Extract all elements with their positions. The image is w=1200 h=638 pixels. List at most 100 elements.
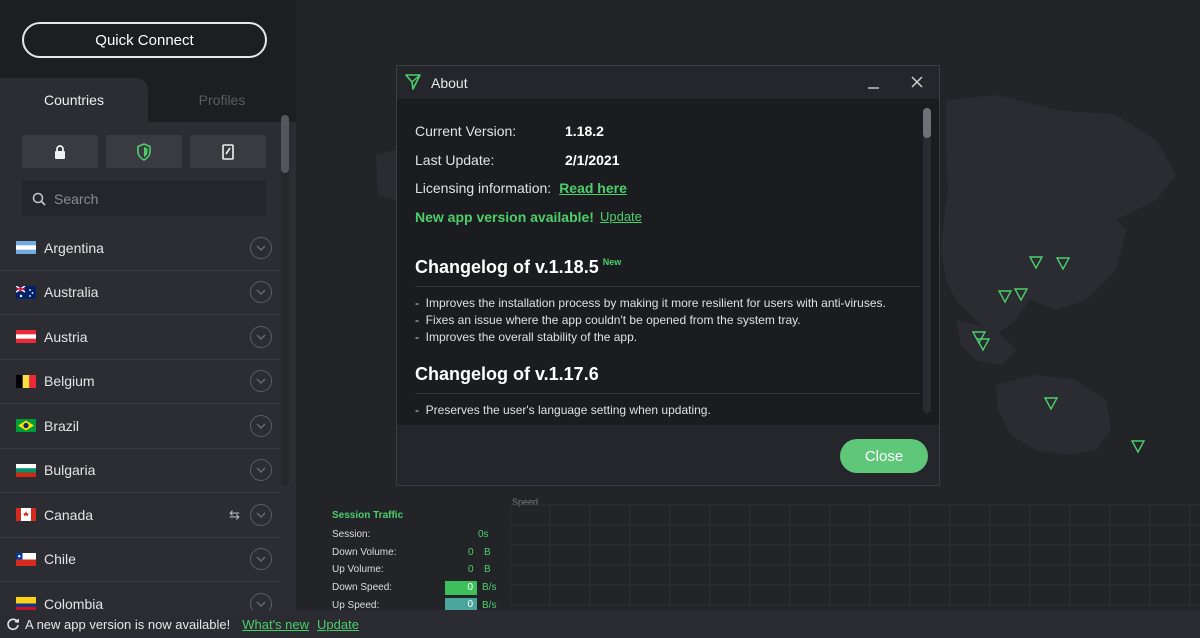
statusbar-update-link[interactable]: Update [317, 617, 359, 632]
chevron-down-icon[interactable] [250, 281, 272, 304]
quick-connect-button[interactable]: Quick Connect [22, 22, 267, 58]
country-row-belgium[interactable]: Belgium [0, 360, 280, 404]
protonvpn-app-window: Quick Connect Countries Profiles Search … [0, 0, 1200, 638]
country-row-brazil[interactable]: Brazil [0, 404, 280, 449]
close-button[interactable]: Close [840, 439, 928, 473]
country-list-scrollbar[interactable] [281, 115, 289, 485]
map-landmass-australia [996, 375, 1111, 455]
changelog-item: - Preserves the user's language setting … [415, 403, 711, 417]
country-row-canada[interactable]: Canada ⇆ [0, 493, 280, 538]
about-dialog: About Current Version: 1.18.2 Last Updat… [396, 65, 940, 486]
about-dialog-title: About [431, 75, 468, 91]
chevron-down-icon[interactable] [250, 236, 272, 259]
update-status-message: A new app version is now available! [25, 616, 231, 632]
down-volume-label: Down Volume: [332, 546, 397, 558]
chevron-down-icon[interactable] [250, 503, 272, 526]
country-name: Colombia [44, 595, 104, 610]
protonvpn-logo-icon [405, 74, 421, 90]
shield-icon [137, 142, 151, 161]
country-name: Argentina [44, 239, 104, 256]
country-row-colombia[interactable]: Colombia [0, 582, 280, 610]
licensing-row: Licensing information: Read here [415, 174, 920, 203]
changelog-item: - Improves the installation process by m… [415, 296, 886, 310]
up-volume-label: Up Volume: [332, 564, 384, 576]
tab-profiles[interactable]: Profiles [148, 78, 296, 122]
changelog-title: Changelog of v.1.18.5 [415, 257, 599, 277]
country-name: Brazil [44, 417, 80, 434]
down-speed-label: Down Speed: [332, 582, 393, 594]
speed-chart-grid [510, 504, 1200, 610]
new-badge: New [602, 257, 622, 267]
p2p-swap-icon: ⇆ [229, 506, 240, 522]
traffic-row-up-volume: Up Volume: 0 B [332, 561, 507, 579]
down-volume-value: 0 [468, 546, 474, 558]
flag-canada-icon [16, 508, 36, 522]
chevron-down-icon[interactable] [250, 414, 272, 437]
licensing-label: Licensing information: [415, 180, 552, 197]
changelog-item-text: Improves the overall stability of the ap… [425, 330, 638, 344]
changelog-item-text: Fixes an issue where the app couldn't be… [425, 313, 801, 327]
flag-chile-icon [16, 552, 36, 566]
changelog-item: - Fixes an issue where the app couldn't … [415, 313, 801, 327]
country-name: Australia [44, 284, 99, 301]
update-link[interactable]: Update [600, 209, 642, 224]
changelog-item: - Improves the overall stability of the … [415, 330, 638, 344]
current-version-row: Current Version: 1.18.2 [415, 117, 920, 146]
server-filter-button[interactable] [190, 135, 266, 168]
flag-austria-icon [16, 330, 36, 344]
country-name: Bulgaria [44, 462, 96, 479]
new-version-text: New app version available! [415, 208, 594, 225]
country-row-austria[interactable]: Austria [0, 315, 280, 360]
chevron-down-icon[interactable] [250, 459, 272, 482]
update-status-bar: A new app version is now available! What… [0, 610, 1200, 638]
search-box [22, 181, 266, 216]
about-dialog-scrollbar[interactable] [923, 108, 931, 413]
minimize-button[interactable] [863, 72, 885, 92]
country-list: Argentina Australia Austria Belgium Braz… [0, 226, 280, 610]
current-version-label: Current Version: [415, 123, 517, 140]
countries-panel: Argentina Australia Austria [0, 122, 296, 610]
flag-brazil-icon [16, 419, 36, 433]
country-row-bulgaria[interactable]: Bulgaria [0, 449, 280, 493]
changelog-item-text: Preserves the user's language setting wh… [425, 403, 711, 417]
flag-colombia-icon [16, 597, 36, 610]
licensing-read-here-link[interactable]: Read here [559, 180, 627, 196]
netshield-filter-button[interactable] [106, 135, 182, 168]
new-version-row: New app version available! Update [415, 203, 920, 232]
about-dialog-footer: Close [397, 425, 939, 485]
flag-argentina-icon [16, 241, 36, 255]
session-value: 0s [478, 529, 489, 541]
traffic-row-down-speed: Down Speed: 0 B/s [332, 579, 507, 597]
last-update-value: 2/1/2021 [565, 151, 620, 168]
secure-core-filter-button[interactable] [22, 135, 98, 168]
search-icon [32, 192, 46, 206]
flag-bulgaria-icon [16, 463, 36, 477]
chevron-down-icon[interactable] [250, 548, 272, 571]
server-icon [222, 143, 234, 160]
current-version-value: 1.18.2 [565, 123, 604, 140]
refresh-icon [7, 618, 20, 631]
close-x-button[interactable] [906, 72, 928, 92]
country-name: Austria [44, 328, 88, 345]
country-name: Canada [44, 506, 94, 523]
chevron-down-icon[interactable] [250, 370, 272, 393]
tab-countries[interactable]: Countries [0, 78, 148, 122]
country-row-chile[interactable]: Chile [0, 538, 280, 582]
flag-belgium-icon [16, 374, 36, 388]
down-speed-value: 0 [445, 580, 477, 595]
chevron-down-icon[interactable] [250, 592, 272, 610]
country-row-argentina[interactable]: Argentina [0, 226, 280, 271]
session-label: Session: [332, 529, 371, 541]
search-input[interactable] [54, 190, 254, 207]
country-list-scroll-thumb[interactable] [281, 115, 289, 173]
last-update-row: Last Update: 2/1/2021 [415, 146, 920, 175]
about-dialog-scroll-thumb[interactable] [923, 108, 931, 138]
country-name: Belgium [44, 373, 95, 390]
changelog-item-text: Improves the installation process by mak… [425, 296, 886, 310]
flag-australia-icon [16, 285, 36, 299]
country-row-australia[interactable]: Australia [0, 271, 280, 315]
whats-new-link[interactable]: What's new [242, 617, 309, 632]
chevron-down-icon[interactable] [250, 325, 272, 348]
changelog-title: Changelog of v.1.17.6 [415, 364, 599, 384]
minimize-icon [868, 87, 879, 89]
